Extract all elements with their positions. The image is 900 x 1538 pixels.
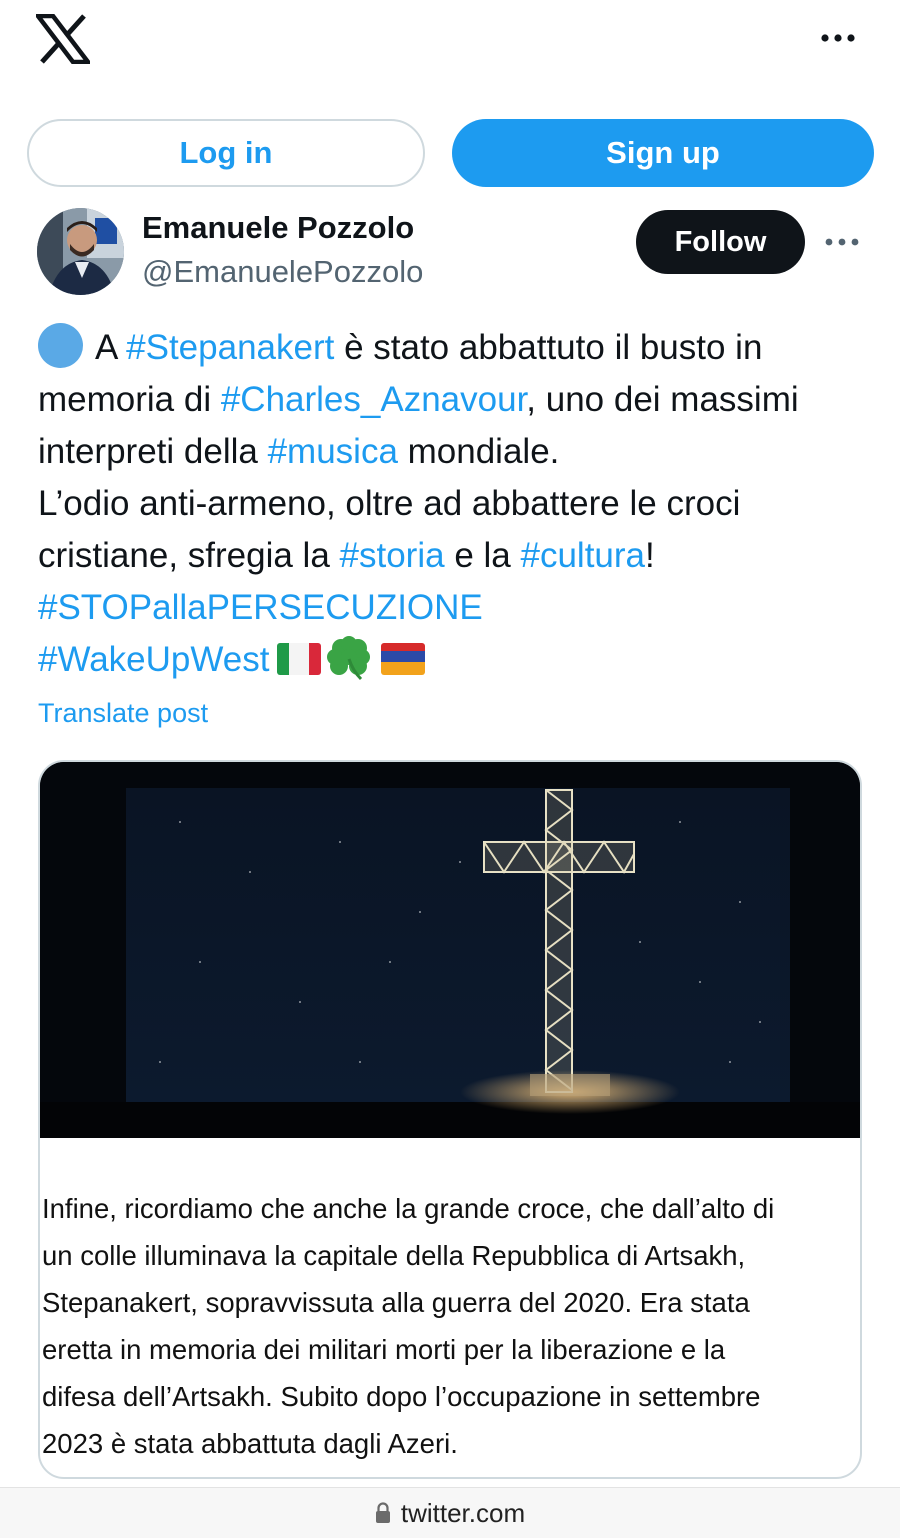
caption-line: un colle illuminava la capitale della Re…: [42, 1240, 746, 1271]
log-in-button[interactable]: Log in: [27, 119, 425, 187]
tweet-line: #WakeUpWest: [38, 634, 878, 686]
hashtag-link[interactable]: #Charles_Aznavour: [221, 380, 526, 419]
browser-url-bar[interactable]: twitter.com: [0, 1487, 900, 1538]
caption-line: difesa dell’Artsakh. Subito dopo l’occup…: [42, 1381, 761, 1412]
four-leaf-clover-icon: [327, 636, 371, 681]
caption-line: Infine, ricordiamo che anche la grande c…: [42, 1193, 775, 1224]
hashtag-link[interactable]: #storia: [340, 536, 445, 575]
tweet-line: L’odio anti-armeno, oltre ad abbattere l…: [38, 484, 741, 523]
hashtag-link[interactable]: #musica: [268, 432, 398, 471]
illuminated-cross-photo[interactable]: [40, 762, 862, 1138]
caption-line: Stepanakert, sopravvissuta alla guerra d…: [42, 1287, 750, 1318]
follow-button[interactable]: Follow: [636, 210, 805, 274]
media-card[interactable]: Infine, ricordiamo che anche la grande c…: [38, 760, 862, 1479]
translate-post-link[interactable]: Translate post: [38, 698, 208, 729]
post-more-icon[interactable]: [822, 230, 862, 254]
author-name[interactable]: Emanuele Pozzolo: [142, 210, 414, 246]
tweet-line: interpreti della #musica mondiale.: [38, 432, 560, 471]
hashtag-link[interactable]: #STOPallaPERSECUZIONE: [38, 588, 483, 627]
lock-icon: [375, 1502, 390, 1523]
tweet-line: #STOPallaPERSECUZIONE: [38, 582, 878, 634]
tweet-text: A #Stepanakert è stato abbattuto il bust…: [38, 322, 878, 686]
hashtag-link[interactable]: #Stepanakert: [126, 328, 334, 367]
author-handle[interactable]: @EmanuelePozzolo: [142, 254, 423, 290]
caption-line: eretta in memoria dei militari morti per…: [42, 1334, 726, 1365]
sign-up-button[interactable]: Sign up: [452, 119, 874, 187]
flag-armenia-icon: [381, 643, 426, 675]
post-page: Log in Sign up Emanuele Pozzolo @Emanuel…: [0, 0, 900, 1538]
x-logo-icon[interactable]: [36, 14, 90, 64]
blue-circle-icon: [38, 323, 83, 368]
hashtag-link[interactable]: #cultura: [520, 536, 645, 575]
tweet-line: memoria di #Charles_Aznavour, uno dei ma…: [38, 380, 799, 419]
flag-italy-icon: [277, 643, 322, 675]
tweet-line: A #Stepanakert è stato abbattuto il bust…: [38, 322, 878, 374]
hashtag-link[interactable]: #WakeUpWest: [38, 640, 269, 679]
caption-line: 2023 è stata abbattuta dagli Azeri.: [42, 1428, 458, 1459]
avatar[interactable]: [37, 208, 124, 295]
media-caption: Infine, ricordiamo che anche la grande c…: [42, 1185, 860, 1467]
url-text: twitter.com: [400, 1497, 526, 1528]
tweet-line: cristiane, sfregia la #storia e la #cult…: [38, 536, 655, 575]
more-horizontal-icon[interactable]: [818, 26, 858, 50]
